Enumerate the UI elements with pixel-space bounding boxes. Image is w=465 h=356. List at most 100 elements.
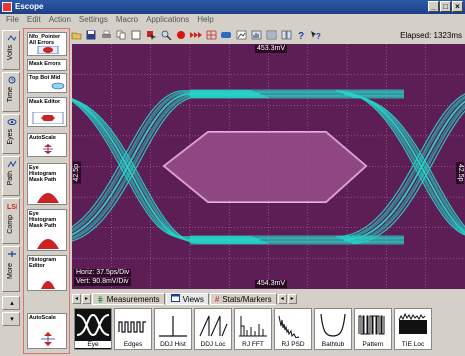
- image-icon[interactable]: [235, 29, 247, 41]
- view-tie-loc[interactable]: TIE Loc: [394, 308, 432, 350]
- left-panel: Volts Time Eyes Path LSB Comp More: [0, 28, 70, 356]
- view-selector: Eye Edges DDJ Hist DDJ Loc RJ FFT RJ PSD…: [72, 308, 465, 354]
- mask-shape-icon: [32, 112, 64, 124]
- print-icon[interactable]: [100, 29, 112, 41]
- save-icon[interactable]: [85, 29, 97, 41]
- tabs-prev-button[interactable]: ◂: [277, 294, 287, 304]
- menu-edit[interactable]: Edit: [27, 14, 41, 26]
- close-button[interactable]: ×: [452, 1, 463, 12]
- side-tabs: Volts Time Eyes Path LSB Comp More: [0, 28, 22, 356]
- forward-icon[interactable]: [190, 29, 202, 41]
- side-scroll-up[interactable]: ▴: [2, 296, 20, 310]
- eye-view-icon: [77, 313, 109, 337]
- palette-histogram-editor[interactable]: Histogram Editor: [27, 255, 67, 291]
- palette-mask-editor[interactable]: Mask Editor: [27, 97, 67, 127]
- tab-scroll-right[interactable]: ▸: [82, 294, 91, 304]
- tab-views[interactable]: Views: [165, 293, 209, 305]
- display-icon[interactable]: [220, 29, 232, 41]
- eye-icon: [7, 118, 17, 126]
- palette-mask-errors[interactable]: Mask Errors: [27, 59, 67, 71]
- help-icon[interactable]: ?: [295, 29, 307, 41]
- palette-eye-histogram-2[interactable]: Eye Histogram Mask Path: [27, 209, 67, 251]
- view-ddj-hist[interactable]: DDJ Hist: [154, 308, 192, 350]
- svg-text:?: ?: [316, 32, 321, 40]
- ddj-hist-icon: [159, 316, 187, 337]
- horizontal-scale: Horiz: 37.5ps/Div: [74, 269, 132, 277]
- view-bathtub-label: Bathtub: [321, 341, 345, 348]
- menu-bar: File Edit Action Settings Macro Applicat…: [0, 14, 465, 26]
- maximize-button[interactable]: □: [440, 1, 451, 12]
- view-eye[interactable]: Eye: [74, 308, 112, 350]
- scope-display[interactable]: 453.3mV 454.3mV 42.5p 42.5p Horiz: 37.5p…: [72, 44, 465, 289]
- comp-icon: LSB: [7, 202, 21, 211]
- minimize-button[interactable]: _: [428, 1, 439, 12]
- view-ddj-loc[interactable]: DDJ Loc: [194, 308, 232, 350]
- left-time-readout: 42.5p: [73, 162, 81, 184]
- tab-eyes[interactable]: Eyes: [2, 114, 20, 154]
- compare-icon[interactable]: [280, 29, 292, 41]
- app-icon: [2, 2, 12, 12]
- palette-eye-histogram-1[interactable]: Eye Histogram Mask Path: [27, 163, 67, 205]
- eye-trace: [348, 105, 465, 243]
- tab-measurements[interactable]: ⋕ Measurements: [92, 293, 165, 305]
- measurements-icon: ⋕: [97, 294, 104, 304]
- view-pattern[interactable]: Pattern: [354, 308, 392, 350]
- palette-all-errors[interactable]: Nfo_Pointer All Errors: [27, 32, 67, 56]
- view-rj-psd[interactable]: RJ PSD: [274, 308, 312, 350]
- menu-settings[interactable]: Settings: [79, 14, 108, 26]
- palette-eye-histogram-1-label: Eye Histogram Mask Path: [29, 165, 57, 183]
- tab-path[interactable]: Path: [2, 156, 20, 196]
- tab-more[interactable]: More: [2, 246, 20, 292]
- palette-histogram-editor-label: Histogram Editor: [29, 257, 57, 269]
- view-ddj-hist-label: DDJ Hist: [160, 341, 186, 348]
- error-icon: [37, 46, 59, 54]
- zoom-icon[interactable]: [160, 29, 172, 41]
- stats-icon: #: [214, 294, 220, 304]
- whats-this-icon[interactable]: ?: [310, 29, 322, 41]
- list-icon[interactable]: [265, 29, 277, 41]
- palette-autoscale[interactable]: AutoScale: [27, 133, 67, 157]
- title-bar: Escope _ □ ×: [0, 0, 465, 14]
- tab-stats-markers[interactable]: # Stats/Markers: [209, 293, 277, 305]
- tabs-next-button[interactable]: ▸: [287, 294, 297, 304]
- tab-measurements-label: Measurements: [106, 294, 160, 304]
- record-icon[interactable]: [175, 29, 187, 41]
- window-title: Escope: [15, 2, 44, 11]
- menu-macro[interactable]: Macro: [116, 14, 138, 26]
- view-rj-fft[interactable]: RJ FFT: [234, 308, 272, 350]
- vertical-scale: Vert: 90.8mV/Div: [74, 278, 131, 286]
- view-ddj-loc-label: DDJ Loc: [200, 341, 226, 348]
- tab-volts[interactable]: Volts: [2, 30, 20, 70]
- tab-views-label: Views: [182, 294, 204, 304]
- palette-top-bot-mid-label: Top Bot Mid: [29, 75, 61, 81]
- palette-top-bot-mid[interactable]: Top Bot Mid: [27, 73, 67, 93]
- menu-file[interactable]: File: [6, 14, 19, 26]
- palette-autoscale-label: AutoScale: [29, 135, 56, 141]
- tab-comp[interactable]: LSB Comp: [2, 198, 21, 244]
- side-scroll-down[interactable]: ▾: [2, 312, 20, 326]
- histogram-mask-icon: [37, 193, 59, 203]
- tab-comp-label: Comp: [7, 215, 14, 234]
- view-edges[interactable]: Edges: [114, 308, 152, 350]
- grid-icon[interactable]: [205, 29, 217, 41]
- menu-applications[interactable]: Applications: [146, 14, 189, 26]
- tab-scroll-left[interactable]: ◂: [72, 294, 81, 304]
- clear-icon[interactable]: [130, 29, 142, 41]
- tab-time[interactable]: Time: [2, 72, 20, 112]
- time-icon: [7, 76, 17, 84]
- rj-psd-icon: [278, 315, 300, 338]
- right-time-readout: 42.5p: [456, 162, 464, 184]
- tab-stats-label: Stats/Markers: [222, 294, 272, 304]
- view-bathtub[interactable]: Bathtub: [314, 308, 352, 350]
- palette-autoscale-2[interactable]: AutoScale: [27, 313, 67, 349]
- palette-mask-editor-label: Mask Editor: [29, 99, 61, 105]
- menu-help[interactable]: Help: [197, 14, 213, 26]
- open-icon[interactable]: [70, 29, 82, 41]
- histogram-icon[interactable]: [250, 29, 262, 41]
- tab-volts-label: Volts: [7, 45, 14, 61]
- menu-action[interactable]: Action: [49, 14, 71, 26]
- autoscale-2-icon: [41, 332, 55, 346]
- select-icon[interactable]: [145, 29, 157, 41]
- copy-icon[interactable]: [115, 29, 127, 41]
- eye-trace: [348, 95, 465, 231]
